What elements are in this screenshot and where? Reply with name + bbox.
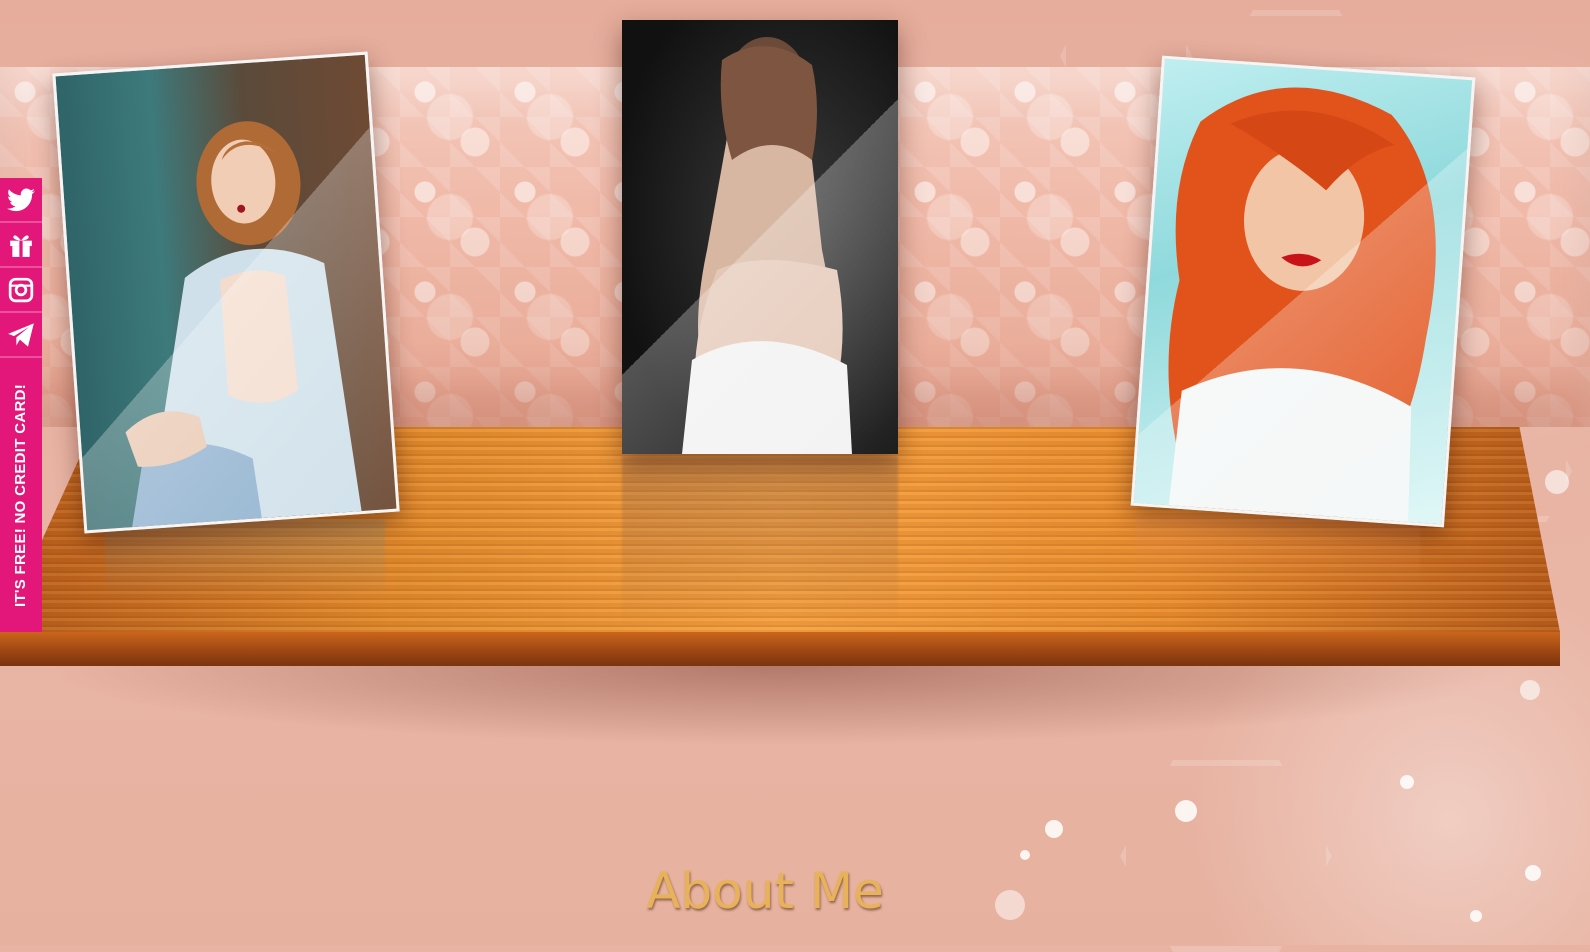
about-me-heading: About Me xyxy=(646,862,884,920)
decor-bokeh xyxy=(1045,820,1063,838)
decor-bokeh xyxy=(1400,775,1414,789)
decor-bokeh xyxy=(1175,800,1197,822)
decor-bokeh xyxy=(1020,850,1030,860)
glass-shine xyxy=(1133,58,1473,525)
gift-icon[interactable] xyxy=(0,223,42,268)
wooden-shelf-front xyxy=(0,632,1560,666)
photo-center[interactable] xyxy=(622,20,898,454)
glass-shine xyxy=(622,20,898,454)
decor-bokeh xyxy=(1520,680,1540,700)
photo-reflection xyxy=(1135,515,1420,595)
photo-right[interactable] xyxy=(1130,55,1476,528)
promo-text: IT'S FREE! NO CREDIT CARD! xyxy=(12,383,30,607)
free-signup-banner[interactable]: IT'S FREE! NO CREDIT CARD! xyxy=(0,358,133,632)
shelf-shadow xyxy=(40,666,1520,746)
instagram-icon[interactable] xyxy=(0,268,42,313)
decor-bokeh xyxy=(1545,470,1569,494)
photo-reflection xyxy=(622,456,898,626)
photo-reflection xyxy=(105,520,385,600)
telegram-icon[interactable] xyxy=(0,313,42,358)
twitter-icon[interactable] xyxy=(0,178,42,223)
social-sidebar: IT'S FREE! NO CREDIT CARD! xyxy=(0,178,42,632)
